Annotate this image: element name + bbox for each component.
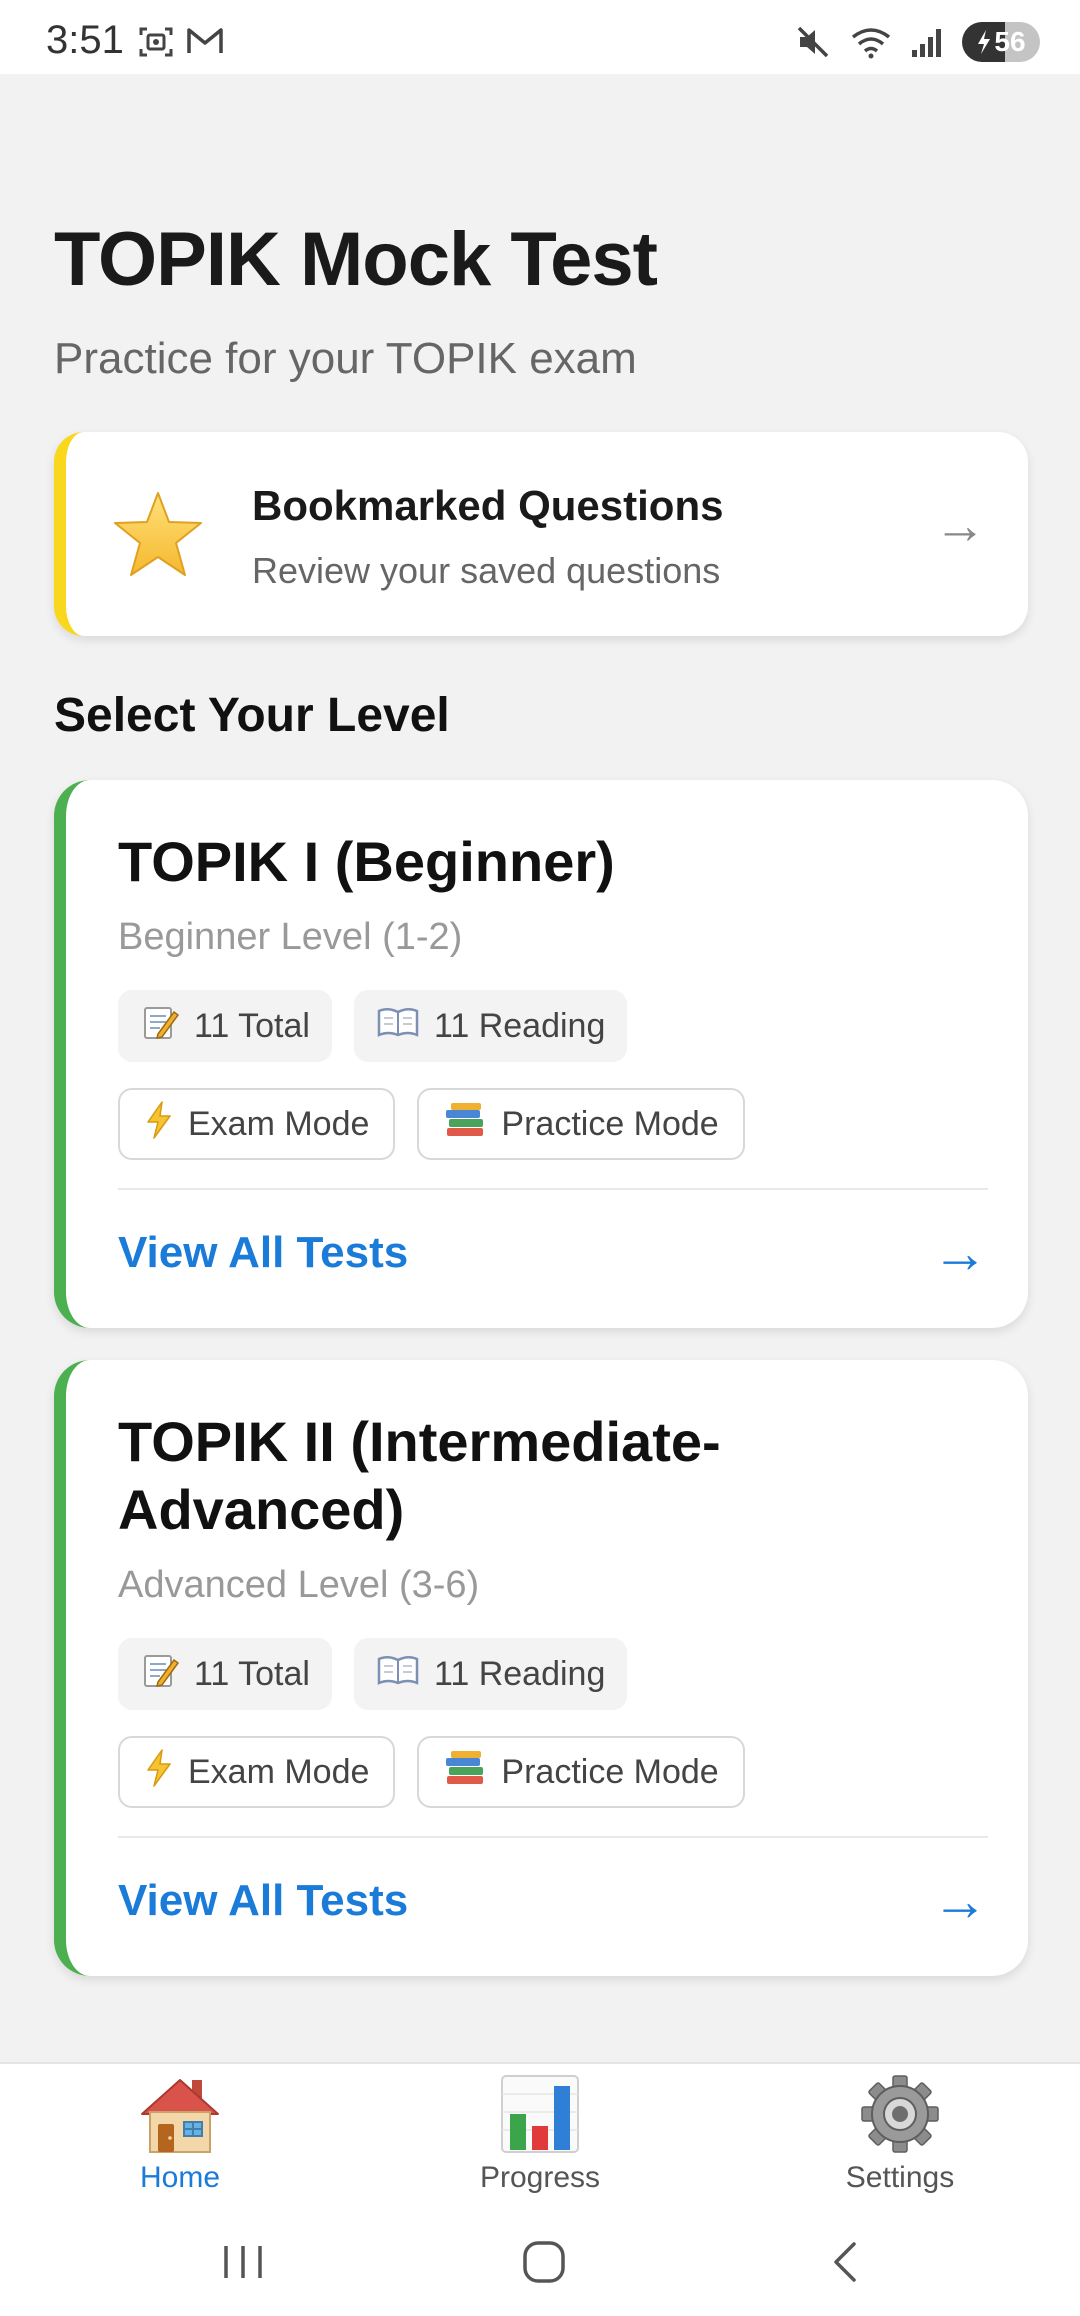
status-notification-icons [138,26,224,58]
status-time: 3:51 [46,18,124,62]
reading-tests-chip: 11 Reading [353,1638,628,1710]
open-book-icon [376,1005,420,1048]
nav-label-home: Home [139,2161,221,2194]
back-button[interactable] [826,2238,866,2291]
wifi-icon [851,28,891,59]
section-title: Select Your Level [54,689,450,742]
recent-apps-button[interactable] [218,2238,268,2291]
arrow-right-icon: → [934,497,986,555]
nav-item-progress[interactable]: Progress [430,2074,650,2195]
bookmark-card-description: Review your saved questions [252,550,721,591]
bookmarked-questions-card[interactable]: Bookmarked Questions Review your saved q… [54,432,1028,636]
practice-mode-label: Practice Mode [501,1104,719,1143]
books-icon [443,1750,487,1795]
charging-bolt-icon [978,30,991,54]
reading-tests-label: 11 Reading [433,1654,606,1693]
house-icon [138,2074,222,2159]
memo-icon [140,1650,180,1699]
total-tests-chip: 11 Total [118,1638,332,1710]
level-subtitle: Beginner Level (1-2) [118,916,463,958]
divider [118,1836,988,1838]
bookmark-card-title: Bookmarked Questions [252,482,724,529]
view-all-tests-link[interactable]: View All Tests [118,1228,408,1278]
open-book-icon [376,1653,420,1696]
total-tests-chip: 11 Total [118,990,332,1062]
page-subtitle: Practice for your TOPIK exam [54,334,637,383]
mute-icon [797,26,829,58]
system-navigation-bar [0,2212,1080,2316]
mode-chips: Exam Mode Practice Mode [118,1736,745,1808]
nav-item-settings[interactable]: Settings [790,2074,1010,2195]
lightning-icon [144,1100,174,1149]
divider [118,1188,988,1190]
exam-mode-button[interactable]: Exam Mode [118,1736,396,1808]
nav-label-settings: Settings [845,2161,955,2194]
total-tests-label: 11 Total [194,1006,310,1045]
reading-tests-label: 11 Reading [433,1006,606,1045]
screenshot-icon [139,27,173,57]
bar-chart-icon [498,2074,582,2159]
practice-mode-button[interactable]: Practice Mode [417,1736,745,1808]
memo-icon [140,1002,180,1051]
nav-label-progress: Progress [479,2161,601,2194]
level-title: TOPIK II (Intermediate-Advanced) [118,1410,721,1541]
level-card-topik-1[interactable]: TOPIK I (Beginner) Beginner Level (1-2) … [54,780,1028,1328]
practice-mode-label: Practice Mode [501,1752,719,1791]
total-tests-label: 11 Total [194,1654,310,1693]
lightning-icon [144,1748,174,1797]
bottom-navigation: Home Progress Settings [0,2062,1080,2212]
status-bar: 3:51 56 [0,0,1080,74]
reading-tests-chip: 11 Reading [353,990,628,1062]
exam-mode-label: Exam Mode [188,1752,370,1791]
signal-icon [912,29,941,57]
star-icon [112,490,204,583]
gmail-icon [187,28,223,53]
arrow-right-icon[interactable]: → [932,1220,988,1285]
battery-indicator: 56 [962,22,1040,62]
practice-mode-button[interactable]: Practice Mode [417,1088,745,1160]
level-subtitle: Advanced Level (3-6) [118,1564,480,1606]
home-button[interactable] [520,2238,568,2291]
stat-chips: 11 Total 11 Reading [118,1638,628,1710]
arrow-right-icon[interactable]: → [932,1868,988,1933]
stat-chips: 11 Total 11 Reading [118,990,628,1062]
exam-mode-label: Exam Mode [188,1104,370,1143]
mode-chips: Exam Mode Practice Mode [118,1088,745,1160]
books-icon [443,1102,487,1147]
battery-level: 56 [994,26,1026,57]
nav-item-home[interactable]: Home [70,2074,290,2195]
level-card-topik-2[interactable]: TOPIK II (Intermediate-Advanced) Advance… [54,1360,1028,1976]
view-all-tests-link[interactable]: View All Tests [118,1876,408,1926]
gear-icon [858,2074,942,2159]
exam-mode-button[interactable]: Exam Mode [118,1088,396,1160]
status-system-icons: 56 [796,22,1040,62]
level-title: TOPIK I (Beginner) [118,830,615,893]
page-title: TOPIK Mock Test [54,217,658,302]
